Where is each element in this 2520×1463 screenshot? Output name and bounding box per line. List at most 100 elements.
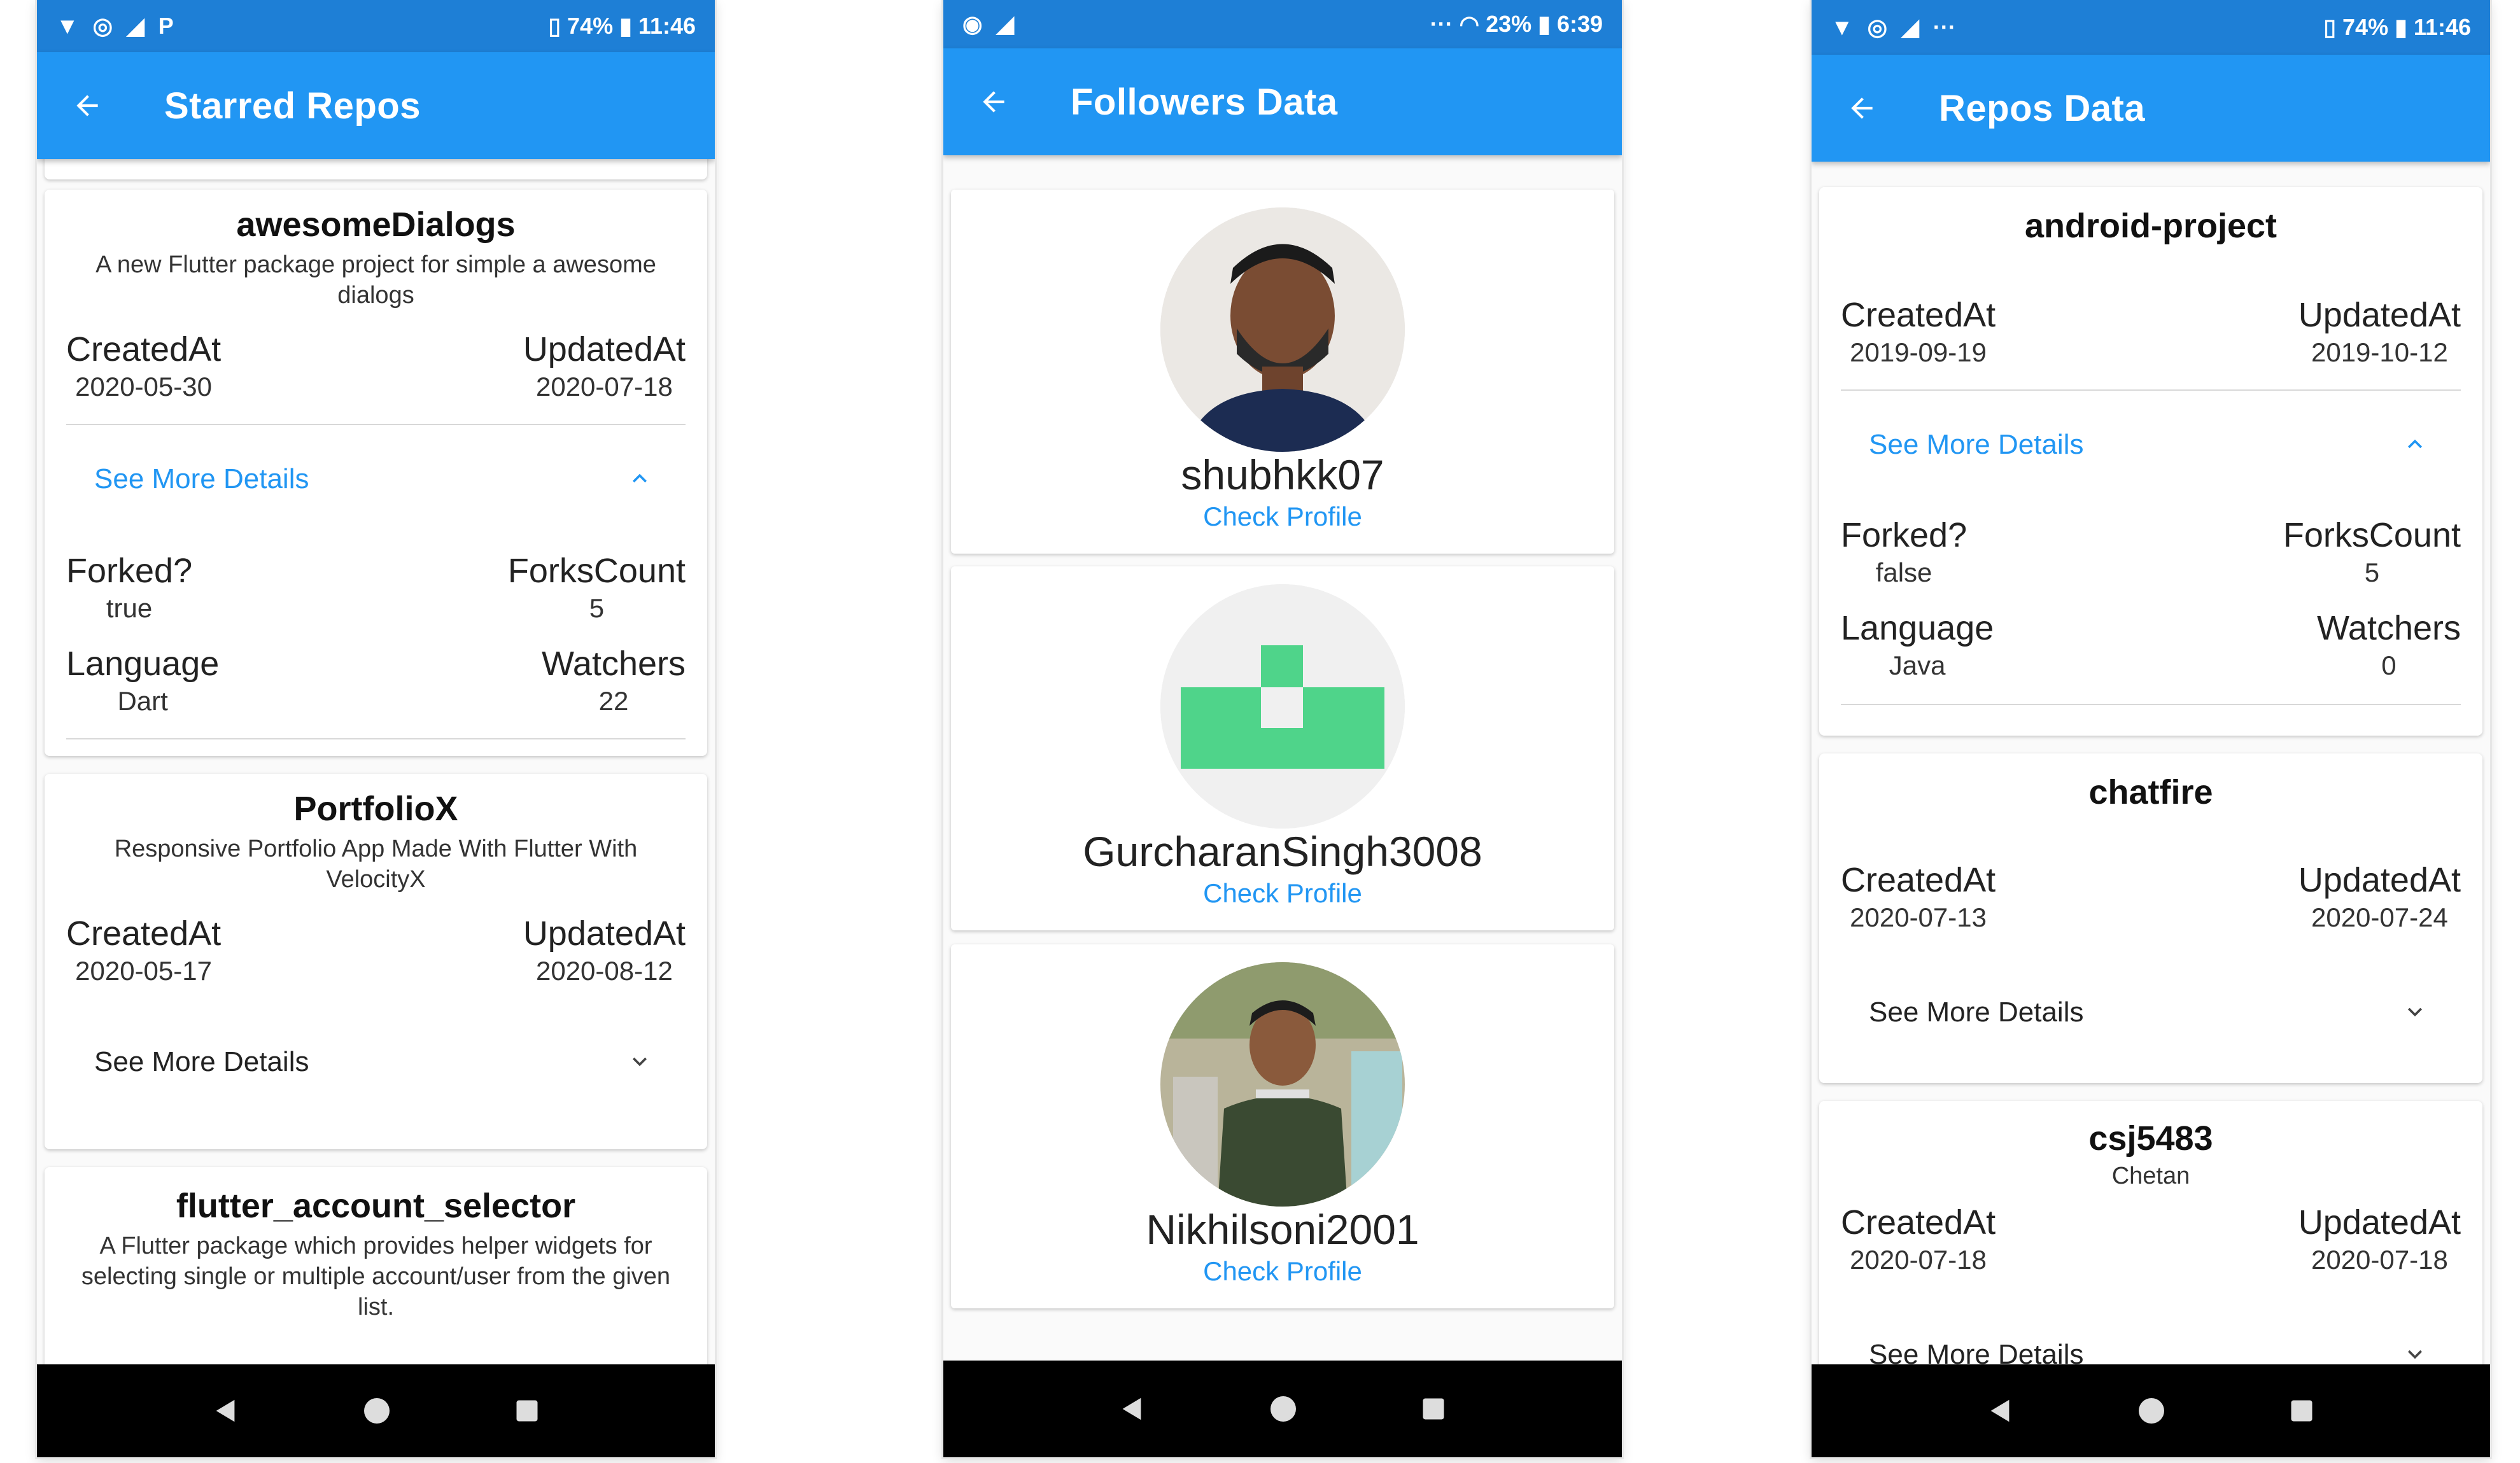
chevron-down-icon[interactable] — [2401, 998, 2429, 1026]
person-photo-icon — [1160, 962, 1405, 1207]
volte-icon: ◉ — [962, 11, 983, 37]
created-label: CreatedAt — [1841, 296, 1996, 334]
divider — [66, 738, 686, 739]
avatar — [1160, 207, 1405, 452]
status-bar: ▼ ◎ ◢ P ▯ 74% ▮ 11:46 — [37, 0, 715, 52]
battery-icon: ▮ — [2395, 14, 2407, 40]
phone-followers-data: ◉ ◢ ··· ◠ 23% ▮ 6:39 Followers Data shub… — [943, 0, 1622, 1457]
forked-row: Forked? false ForksCount 5 — [1841, 515, 2461, 588]
created-value: 2020-07-13 — [1850, 902, 1987, 932]
dates-row: CreatedAt 2020-05-17 UpdatedAt 2020-08-12 — [66, 914, 686, 986]
watchers-value: 0 — [2381, 650, 2397, 680]
app-bar: Followers Data — [943, 48, 1622, 155]
recents-square-icon[interactable] — [2288, 1397, 2316, 1425]
updated-value: 2020-07-24 — [2311, 902, 2448, 932]
home-circle-icon[interactable] — [1268, 1394, 1299, 1424]
dates-row: CreatedAt 2020-07-18 UpdatedAt 2020-07-18 — [1841, 1203, 2461, 1275]
back-triangle-icon[interactable] — [211, 1395, 241, 1427]
avatar — [1160, 584, 1405, 829]
system-nav-bar — [943, 1361, 1622, 1457]
repo-name: awesomeDialogs — [236, 206, 516, 244]
notification-icon: ◎ — [1867, 14, 1888, 40]
language-value: Dart — [117, 686, 168, 716]
page-title: Repos Data — [1939, 87, 2146, 129]
repo-card: csj5483 Chetan CreatedAt 2020-07-18 Updat… — [1819, 1101, 2482, 1364]
see-more-details-button[interactable]: See More Details — [94, 463, 309, 495]
created-value: 2020-07-18 — [1850, 1245, 1987, 1275]
follower-card[interactable]: Nikhilsoni2001 Check Profile — [951, 944, 1614, 1308]
person-photo-icon — [1160, 207, 1405, 452]
divider — [1841, 704, 2461, 705]
repo-name: flutter_account_selector — [176, 1187, 576, 1225]
check-profile-link[interactable]: Check Profile — [951, 501, 1614, 532]
home-circle-icon[interactable] — [2136, 1396, 2167, 1426]
chevron-up-icon[interactable] — [626, 465, 654, 493]
created-value: 2020-05-30 — [75, 372, 212, 402]
phone-repos-data: ▼ ◎ ◢ ··· ▯ 74% ▮ 11:46 Repos Data andro… — [1812, 0, 2490, 1457]
back-arrow-icon[interactable] — [971, 80, 1016, 124]
repo-card-partial — [45, 159, 707, 179]
watchers-label: Watchers — [2316, 609, 2461, 647]
back-arrow-icon[interactable] — [65, 83, 109, 128]
repo-name: csj5483 — [2088, 1119, 2213, 1158]
created-label: CreatedAt — [66, 330, 222, 368]
repo-name: android-project — [2024, 207, 2277, 245]
more-icon: ··· — [1430, 11, 1453, 37]
watchers-label: Watchers — [541, 645, 686, 683]
follower-username: Nikhilsoni2001 — [1146, 1206, 1419, 1253]
home-circle-icon[interactable] — [362, 1396, 392, 1426]
battery-icon: ▮ — [619, 13, 632, 39]
forks-count-label: ForksCount — [2283, 516, 2461, 554]
dates-row: CreatedAt 2020-05-30 UpdatedAt 2020-07-18 — [66, 330, 686, 402]
updated-value: 2019-10-12 — [2311, 337, 2448, 367]
see-more-details-button[interactable]: See More Details — [94, 1046, 309, 1078]
wifi-icon: ▼ — [1831, 14, 1854, 40]
recents-square-icon[interactable] — [513, 1397, 541, 1425]
follower-card[interactable]: shubhkk07 Check Profile — [951, 190, 1614, 554]
language-row: Language Dart Watchers 22 — [66, 644, 686, 717]
created-label: CreatedAt — [1841, 861, 1996, 899]
check-profile-link[interactable]: Check Profile — [951, 878, 1614, 909]
repo-card: awesomeDialogs A new Flutter package pro… — [45, 190, 707, 756]
forked-value: false — [1875, 557, 1932, 587]
follower-username: shubhkk07 — [1181, 451, 1384, 498]
language-value: Java — [1889, 650, 1946, 680]
repo-list[interactable]: android-project CreatedAt 2019-09-19 Upda… — [1812, 162, 2490, 1364]
back-triangle-icon[interactable] — [1118, 1393, 1147, 1425]
updated-label: UpdatedAt — [523, 330, 686, 368]
chevron-down-icon[interactable] — [626, 1047, 654, 1075]
check-profile-link[interactable]: Check Profile — [951, 1256, 1614, 1287]
repo-description: Chetan — [2111, 1163, 2190, 1189]
back-triangle-icon[interactable] — [1986, 1395, 2015, 1427]
repo-description: Responsive Portfolio App Made With Flutt… — [114, 836, 638, 893]
follower-card[interactable]: GurcharanSingh3008 Check Profile — [951, 566, 1614, 930]
see-more-details-button[interactable]: See More Details — [1869, 429, 2083, 461]
battery-percent: 74% — [2342, 14, 2389, 40]
repo-card: android-project CreatedAt 2019-09-19 Upda… — [1819, 187, 2482, 736]
dates-row: CreatedAt 2020-07-13 UpdatedAt 2020-07-24 — [1841, 860, 2461, 933]
see-more-details-button[interactable]: See More Details — [1869, 1339, 2083, 1364]
updated-value: 2020-07-18 — [535, 372, 673, 402]
repo-list[interactable]: awesomeDialogs A new Flutter package pro… — [37, 159, 715, 1364]
app-bar: Repos Data — [1812, 55, 2490, 162]
avatar — [1160, 962, 1405, 1207]
signal-icon: ◢ — [996, 11, 1015, 37]
more-icon: ··· — [1932, 14, 1956, 40]
identicon-icon — [1160, 584, 1405, 829]
created-label: CreatedAt — [1841, 1203, 1996, 1242]
recents-square-icon[interactable] — [1419, 1395, 1447, 1423]
status-bar: ◉ ◢ ··· ◠ 23% ▮ 6:39 — [943, 0, 1622, 48]
back-arrow-icon[interactable] — [1840, 86, 1884, 130]
battery-icon: ▮ — [1538, 11, 1551, 37]
chevron-down-icon[interactable] — [2401, 1340, 2429, 1364]
followers-list[interactable]: shubhkk07 Check Profile GurcharanSingh30… — [943, 155, 1622, 1361]
signal-icon: ◢ — [127, 13, 144, 39]
repo-description: A new Flutter package project for simple… — [95, 251, 656, 309]
chevron-up-icon[interactable] — [2401, 430, 2429, 458]
page-title: Followers Data — [1071, 81, 1338, 123]
forked-value: true — [106, 593, 153, 623]
see-more-details-button[interactable]: See More Details — [1869, 997, 2083, 1028]
battery-percent: 74% — [567, 13, 614, 39]
divider — [1841, 389, 2461, 391]
notification-icon: ◎ — [92, 13, 113, 39]
